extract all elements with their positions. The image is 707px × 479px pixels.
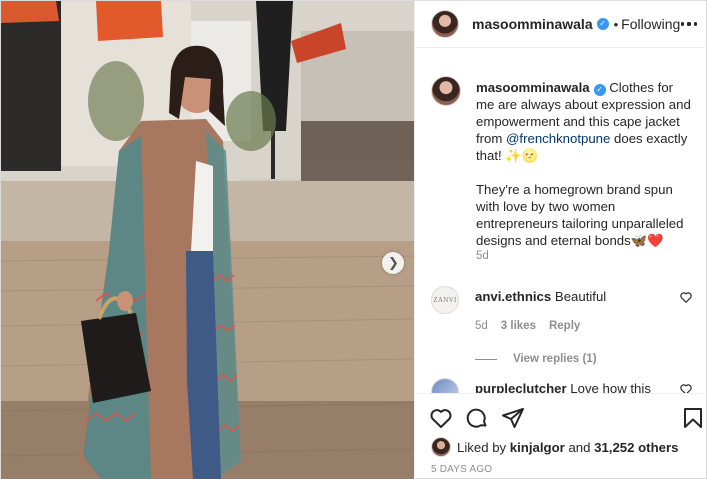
verified-badge-icon: ✓: [593, 84, 606, 96]
author-username[interactable]: masoomminawala: [472, 16, 593, 32]
comment-likes-count[interactable]: 3 likes: [501, 320, 536, 332]
liker-avatar[interactable]: [431, 437, 451, 457]
caption-mention-link[interactable]: @frenchknotpune: [506, 131, 610, 146]
post-header: masoomminawala ✓ • Following: [415, 1, 707, 48]
view-replies-line: [475, 358, 497, 360]
comment-body: Love how this: [570, 381, 651, 393]
chevron-right-icon: ❯: [388, 255, 399, 271]
comment-icon[interactable]: [465, 406, 489, 430]
comment-body: Beautiful: [554, 289, 607, 304]
commenter-username[interactable]: anvi.ethnics: [475, 289, 551, 304]
comment-timestamp[interactable]: 5d: [475, 320, 488, 332]
instagram-post: ❯ masoomminawala ✓ • Following masoommin…: [0, 0, 707, 479]
following-button[interactable]: Following: [621, 16, 680, 32]
photo-illustration: [1, 1, 414, 479]
author-avatar[interactable]: [431, 10, 459, 38]
post-side-panel: masoomminawala ✓ • Following masoomminaw…: [414, 1, 707, 479]
likes-summary: Liked by kinjalgor and 31,252 others: [431, 437, 678, 457]
caption-paragraph-2: They're a homegrown brand spun with love…: [476, 182, 684, 248]
caption-timestamp[interactable]: 5d: [476, 250, 489, 262]
verified-badge-icon: ✓: [596, 18, 609, 30]
caption-username[interactable]: masoomminawala: [476, 80, 590, 95]
header-separator: •: [613, 16, 619, 32]
comment-meta: 5d 3 likes Reply: [475, 320, 580, 332]
paper-plane-icon[interactable]: [501, 406, 525, 430]
next-photo-button[interactable]: ❯: [382, 252, 404, 274]
caption-avatar[interactable]: [431, 76, 461, 106]
likes-conjunction: and: [568, 439, 591, 455]
post-date[interactable]: 5 DAYS AGO: [431, 464, 492, 475]
comment-like-heart-icon[interactable]: [679, 382, 693, 393]
comment-text: anvi.ethnics Beautiful: [475, 288, 675, 305]
reply-button[interactable]: Reply: [549, 320, 580, 332]
likes-others-link[interactable]: 31,252 others: [594, 440, 678, 455]
liker-username[interactable]: kinjalgor: [510, 440, 565, 455]
comment-text: purpleclutcher Love how this: [475, 380, 675, 393]
likes-prefix: Liked by: [457, 439, 507, 455]
commenter-avatar[interactable]: [431, 378, 459, 393]
caption-text: masoomminawala ✓ Clothes for me are alway…: [476, 79, 691, 249]
post-photo[interactable]: ❯: [1, 1, 414, 479]
commenter-username[interactable]: purpleclutcher: [475, 381, 567, 393]
post-actions: Liked by kinjalgor and 31,252 others 5 D…: [415, 393, 707, 479]
comment-like-heart-icon[interactable]: [679, 290, 693, 304]
more-horizontal-icon[interactable]: [681, 16, 697, 32]
bookmark-icon[interactable]: [681, 406, 705, 430]
commenter-avatar[interactable]: ZANVI: [431, 286, 459, 314]
heart-icon[interactable]: [429, 406, 453, 430]
view-replies-button[interactable]: View replies (1): [475, 353, 597, 365]
comments-section[interactable]: masoomminawala ✓ Clothes for me are alway…: [415, 49, 707, 393]
view-replies-label: View replies (1): [513, 353, 597, 365]
